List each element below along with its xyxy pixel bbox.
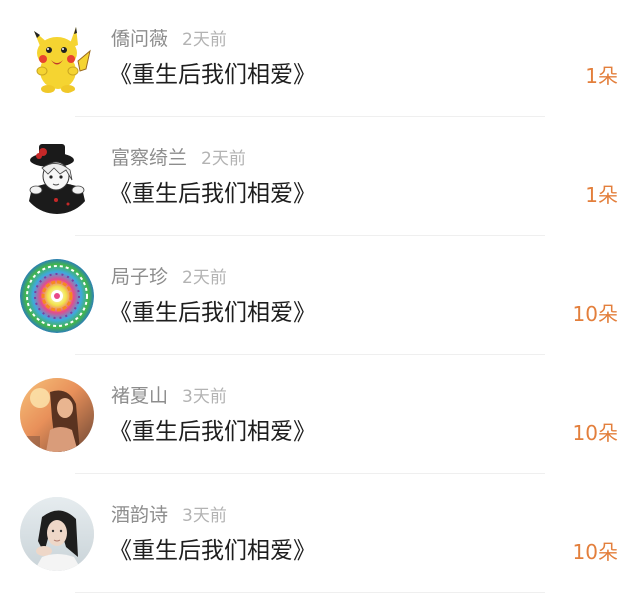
list-item[interactable]: 富察绮兰 2天前 《重生后我们相爱》 1朵 (0, 119, 640, 238)
list-item[interactable]: 局子珍 2天前 《重生后我们相爱》 10朵 (0, 238, 640, 357)
post-time: 2天前 (201, 149, 246, 169)
book-title[interactable]: 《重生后我们相爱》 (109, 177, 316, 211)
book-title[interactable]: 《重生后我们相爱》 (109, 58, 316, 92)
row-divider (75, 473, 545, 474)
post-time: 3天前 (182, 506, 227, 526)
anime-boy-avatar-icon[interactable] (20, 140, 94, 214)
row-divider (75, 592, 545, 593)
list-item[interactable]: 酒韵诗 3天前 《重生后我们相爱》 10朵 (0, 476, 640, 595)
row-divider (75, 116, 545, 117)
flower-count: 10朵 (572, 302, 618, 326)
post-time: 3天前 (182, 387, 227, 407)
user-name[interactable]: 局子珍 (111, 266, 168, 288)
user-meta: 僑问薇 2天前 (111, 26, 227, 52)
mandala-avatar-icon[interactable] (20, 259, 94, 333)
pikachu-avatar-icon[interactable] (20, 21, 94, 95)
user-meta: 局子珍 2天前 (111, 264, 227, 290)
list-item[interactable]: 褚夏山 3天前 《重生后我们相爱》 10朵 (0, 357, 640, 476)
user-meta: 褚夏山 3天前 (111, 383, 227, 409)
flower-count: 1朵 (585, 183, 618, 207)
book-title[interactable]: 《重生后我们相爱》 (109, 296, 316, 330)
girl-portrait-avatar-icon[interactable] (20, 497, 94, 571)
user-name[interactable]: 富察绮兰 (111, 147, 187, 169)
sunset-girl-avatar-icon[interactable] (20, 378, 94, 452)
book-title[interactable]: 《重生后我们相爱》 (109, 415, 316, 449)
row-divider (75, 235, 545, 236)
book-title[interactable]: 《重生后我们相爱》 (109, 534, 316, 568)
user-meta: 富察绮兰 2天前 (111, 145, 246, 171)
post-time: 2天前 (182, 30, 227, 50)
gift-record-list: 僑问薇 2天前 《重生后我们相爱》 1朵 富察绮兰 2天前 《重生后我们相爱》 … (0, 0, 640, 601)
flower-count: 1朵 (585, 64, 618, 88)
user-name[interactable]: 僑问薇 (111, 28, 168, 50)
flower-count: 10朵 (572, 540, 618, 564)
flower-count: 10朵 (572, 421, 618, 445)
user-name[interactable]: 酒韵诗 (111, 504, 168, 526)
user-meta: 酒韵诗 3天前 (111, 502, 227, 528)
user-name[interactable]: 褚夏山 (111, 385, 168, 407)
row-divider (75, 354, 545, 355)
post-time: 2天前 (182, 268, 227, 288)
list-item[interactable]: 僑问薇 2天前 《重生后我们相爱》 1朵 (0, 0, 640, 119)
